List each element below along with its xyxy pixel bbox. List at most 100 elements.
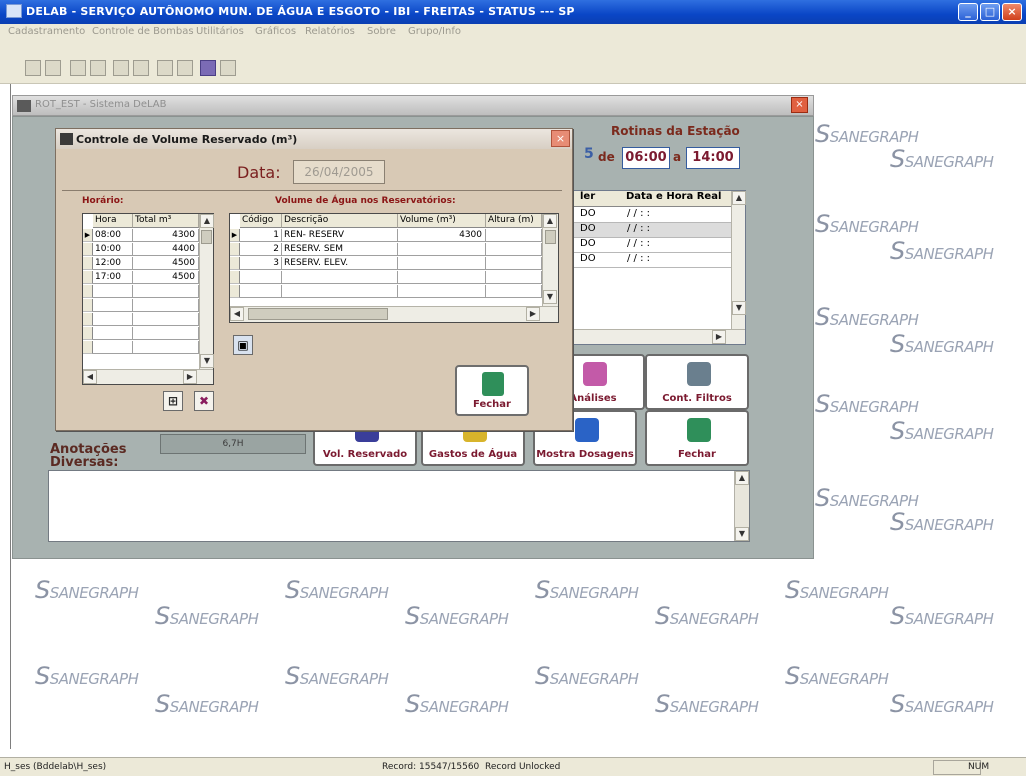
hora-cell[interactable]: 17:00	[93, 271, 133, 284]
scroll-down-icon[interactable]: ▼	[735, 527, 749, 541]
grid-row[interactable]: DO / / : :	[572, 208, 732, 223]
grid-horizontal-scrollbar[interactable]: ▶	[572, 329, 745, 344]
empty-cell[interactable]	[282, 271, 398, 284]
hora-cell[interactable]: 10:00	[93, 243, 133, 256]
maximize-button[interactable]: □	[980, 3, 1000, 21]
scroll-right-icon[interactable]: ▶	[712, 330, 726, 344]
empty-cell[interactable]	[240, 271, 282, 284]
data-field[interactable]: 26/04/2005	[293, 160, 385, 184]
scroll-down-icon[interactable]: ▼	[732, 301, 746, 315]
altura-cell[interactable]	[486, 257, 542, 270]
scroll-up-icon[interactable]: ▲	[200, 214, 214, 228]
empty-cell[interactable]	[133, 285, 199, 298]
volume-horizontal-scrollbar[interactable]: ◀ ▶	[230, 306, 558, 322]
scroll-right-icon[interactable]: ▶	[526, 307, 540, 321]
scroll-left-icon[interactable]: ◀	[230, 307, 244, 321]
scroll-thumb[interactable]	[545, 230, 556, 244]
toolbar-window-icon[interactable]	[200, 60, 216, 76]
toolbar-first-icon[interactable]	[25, 60, 41, 76]
watermark: SSANEGRAPH	[535, 662, 639, 690]
menu-relatorios[interactable]: Relatórios	[305, 26, 355, 37]
toolbar-print-icon[interactable]	[177, 60, 193, 76]
toolbar-record-icon[interactable]	[90, 60, 106, 76]
add-icon[interactable]: ⊞	[163, 391, 183, 411]
watermark: SSANEGRAPH	[405, 602, 509, 630]
total-cell[interactable]: 4400	[133, 243, 199, 256]
dialog-fechar-button[interactable]: Fechar	[455, 365, 529, 416]
scroll-down-icon[interactable]: ▼	[200, 354, 214, 368]
empty-cell[interactable]	[240, 285, 282, 298]
menu-sobre[interactable]: Sobre	[367, 26, 396, 37]
menu-controle-bombas[interactable]: Controle de Bombas	[92, 26, 194, 37]
codigo-cell[interactable]: 2	[240, 243, 282, 256]
time-to-field[interactable]: 14:00	[686, 147, 740, 169]
scroll-thumb[interactable]	[248, 308, 388, 320]
toolbar-prev-icon[interactable]	[45, 60, 61, 76]
volume-cell[interactable]	[398, 243, 486, 256]
empty-cell[interactable]	[133, 341, 199, 354]
toolbar-view-icon[interactable]	[157, 60, 173, 76]
grid-row[interactable]: DO / / : :	[572, 253, 732, 268]
empty-cell[interactable]	[486, 271, 542, 284]
empty-cell[interactable]	[486, 285, 542, 298]
close-button[interactable]: ×	[1002, 3, 1022, 21]
menu-utilitarios[interactable]: Utilitários	[196, 26, 244, 37]
codigo-cell[interactable]: 1	[240, 229, 282, 242]
dialog-close-button[interactable]: ×	[551, 130, 570, 147]
altura-cell[interactable]	[486, 229, 542, 242]
scroll-up-icon[interactable]: ▲	[543, 214, 557, 228]
toolbar-sort-icon[interactable]	[220, 60, 236, 76]
scroll-right-icon[interactable]: ▶	[183, 370, 197, 384]
empty-cell[interactable]	[93, 299, 133, 312]
grid-vertical-scrollbar[interactable]: ▲ ▼	[731, 191, 746, 329]
volume-vertical-scrollbar[interactable]: ▲ ▼	[542, 214, 558, 306]
horario-vertical-scrollbar[interactable]: ▲ ▼	[199, 214, 214, 369]
descricao-cell[interactable]: REN- RESERV	[282, 229, 398, 242]
scroll-thumb[interactable]	[201, 230, 212, 244]
time-from-field[interactable]: 06:00	[622, 147, 670, 169]
altura-cell[interactable]	[486, 243, 542, 256]
toolbar-redo-icon[interactable]	[133, 60, 149, 76]
toolbar-undo-icon[interactable]	[113, 60, 129, 76]
scroll-left-icon[interactable]: ◀	[83, 370, 97, 384]
grid-row[interactable]: DO / / : :	[572, 238, 732, 253]
volume-cell[interactable]: 4300	[398, 229, 486, 242]
scroll-down-icon[interactable]: ▼	[543, 290, 557, 304]
save-icon[interactable]: ▣	[233, 335, 253, 355]
minimize-button[interactable]: _	[958, 3, 978, 21]
grid-row[interactable]: DO / / : :	[572, 223, 732, 238]
scroll-up-icon[interactable]: ▲	[732, 191, 746, 205]
volume-cell[interactable]	[398, 257, 486, 270]
menu-cadastramento[interactable]: Cadastramento	[8, 26, 85, 37]
empty-cell[interactable]	[133, 327, 199, 340]
empty-cell[interactable]	[133, 299, 199, 312]
watermark: SSANEGRAPH	[535, 576, 639, 604]
empty-cell[interactable]	[133, 313, 199, 326]
memo-scrollbar[interactable]: ▲ ▼	[734, 471, 749, 541]
descricao-cell[interactable]: RESERV. ELEV.	[282, 257, 398, 270]
scroll-up-icon[interactable]: ▲	[735, 471, 749, 485]
codigo-cell[interactable]: 3	[240, 257, 282, 270]
descricao-cell[interactable]: RESERV. SEM	[282, 243, 398, 256]
horario-horizontal-scrollbar[interactable]: ◀ ▶	[83, 369, 213, 384]
total-cell[interactable]: 4500	[133, 257, 199, 270]
cont-filtros-button[interactable]: Cont. Filtros	[645, 354, 749, 410]
total-cell[interactable]: 4300	[133, 229, 199, 242]
anotacoes-memo[interactable]: ▲ ▼	[48, 470, 750, 542]
delete-icon[interactable]: ✖	[194, 391, 214, 411]
menu-graficos[interactable]: Gráficos	[255, 26, 296, 37]
total-cell[interactable]: 4500	[133, 271, 199, 284]
toolbar-grid-icon[interactable]	[70, 60, 86, 76]
empty-cell[interactable]	[93, 341, 133, 354]
fechar-button[interactable]: Fechar	[645, 410, 749, 466]
empty-cell[interactable]	[398, 285, 486, 298]
empty-cell[interactable]	[282, 285, 398, 298]
empty-cell[interactable]	[93, 313, 133, 326]
empty-cell[interactable]	[398, 271, 486, 284]
hora-cell[interactable]: 12:00	[93, 257, 133, 270]
menu-grupo-info[interactable]: Grupo/Info	[408, 26, 461, 37]
hora-cell[interactable]: 08:00	[93, 229, 133, 242]
child-window-close-button[interactable]: ×	[791, 97, 808, 113]
empty-cell[interactable]	[93, 285, 133, 298]
empty-cell[interactable]	[93, 327, 133, 340]
